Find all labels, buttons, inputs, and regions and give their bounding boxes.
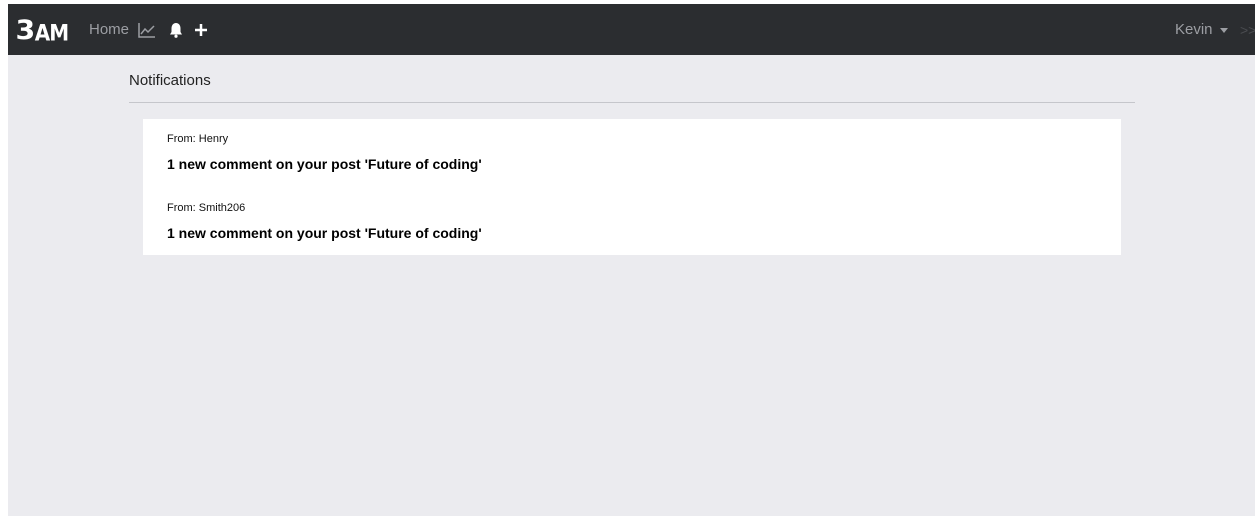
caret-down-icon [1219,27,1228,33]
notification-sender: From: Smith206 [167,202,246,214]
title-divider [129,102,1135,103]
logo-number: 3 [15,15,36,46]
notification-item[interactable]: From: Henry 1 new comment on your post '… [167,133,482,173]
chart-line-icon[interactable] [138,20,156,40]
nav-home-link[interactable]: Home [89,21,129,39]
notification-sender: From: Henry [167,133,229,145]
top-navbar: 3 AM Home Kevin >> [8,4,1255,55]
chevron-right-icon: >> [1240,22,1255,38]
user-menu-dropdown[interactable]: Kevin [1175,21,1228,39]
notifications-card: From: Henry 1 new comment on your post '… [143,119,1121,255]
notification-message[interactable]: 1 new comment on your post 'Future of co… [167,225,482,242]
user-name: Kevin [1175,21,1213,38]
notification-item[interactable]: From: Smith206 1 new comment on your pos… [167,202,482,242]
logo-letters: AM [34,19,69,47]
page-title: Notifications [129,72,211,89]
notification-message[interactable]: 1 new comment on your post 'Future of co… [167,156,482,173]
plus-icon[interactable] [194,20,208,40]
brand-logo[interactable]: 3 AM [15,15,70,47]
app-frame: 3 AM Home Kevin >> Notifications From: H… [8,4,1255,516]
bell-icon[interactable] [168,20,184,40]
